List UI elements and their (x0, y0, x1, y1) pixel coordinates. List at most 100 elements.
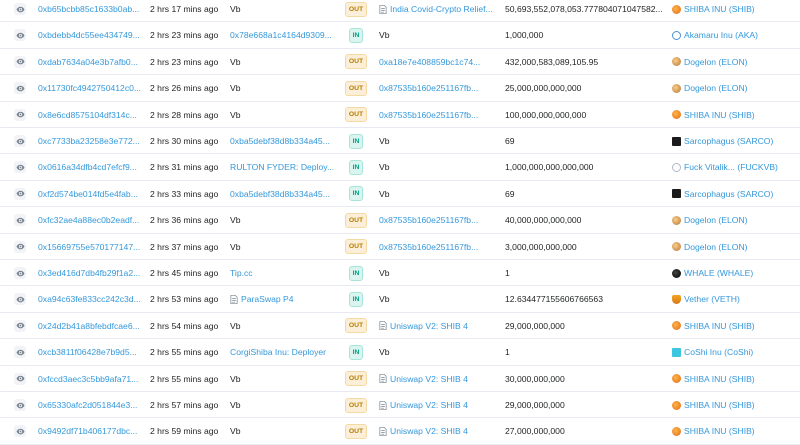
token-link[interactable]: Dogelon (ELON) (672, 49, 800, 75)
token-link[interactable]: WHALE (WHALE) (672, 260, 800, 286)
token-link[interactable]: Vether (VETH) (672, 286, 800, 312)
token-link[interactable]: SHIBA INU (SHIB) (672, 418, 800, 444)
from-address[interactable]: 0xba5debf38d8b334a45... (230, 128, 338, 154)
token-link[interactable]: Sarcophagus (SARCO) (672, 181, 800, 207)
preview-eye-button[interactable] (12, 392, 28, 418)
token-link[interactable]: CoShi Inu (CoShi) (672, 339, 800, 365)
txn-hash-link[interactable]: 0x65330afc2d051844e3... (38, 392, 142, 418)
to-address[interactable]: India Covid-Crypto Relief... (379, 0, 497, 22)
sarco-icon (672, 189, 681, 199)
preview-eye-button[interactable] (12, 75, 28, 101)
out-badge: OUT (345, 54, 367, 70)
table-row: 0xc7733ba23258e3e772... 2 hrs 30 mins ago… (0, 128, 800, 155)
to-address[interactable]: 0x87535b160e251167fb... (379, 102, 497, 128)
preview-eye-button[interactable] (12, 339, 28, 365)
txn-hash-link[interactable]: 0x24d2b41a8bfebdfcae6... (38, 313, 142, 339)
txn-age: 2 hrs 37 mins ago (150, 241, 219, 252)
token-link[interactable]: Sarcophagus (SARCO) (672, 128, 800, 154)
eye-icon (14, 372, 26, 385)
from-address-text: RULTON FYDER: Deploy... (230, 162, 335, 173)
token-name: SHIBA INU (SHIB) (684, 400, 755, 410)
preview-eye-button[interactable] (12, 181, 28, 207)
txn-age: 2 hrs 28 mins ago (150, 109, 219, 120)
to-address: Vb (379, 128, 497, 154)
txn-hash-link[interactable]: 0xc7733ba23258e3e772... (38, 128, 142, 154)
preview-eye-button[interactable] (12, 0, 28, 22)
token-link[interactable]: Akamaru Inu (AKA) (672, 22, 800, 48)
txn-hash-link[interactable]: 0xf2d574be014fd5e4fab... (38, 181, 142, 207)
dogelon-icon (672, 57, 681, 67)
txn-hash-link[interactable]: 0x9492df71b406177dbc... (38, 418, 142, 444)
to-address: Vb (379, 260, 497, 286)
direction-cell: OUT (345, 102, 367, 128)
from-address[interactable]: Tip.cc (230, 260, 338, 286)
from-address[interactable]: RULTON FYDER: Deploy... (230, 154, 338, 180)
to-address[interactable]: Uniswap V2: SHIB 4 (379, 366, 497, 392)
table-row: 0xf2d574be014fd5e4fab... 2 hrs 33 mins ag… (0, 181, 800, 208)
to-address[interactable]: 0xa18e7e408859bc1c74... (379, 49, 497, 75)
to-address[interactable]: 0x87535b160e251167fb... (379, 75, 497, 101)
token-link[interactable]: SHIBA INU (SHIB) (672, 102, 800, 128)
preview-eye-button[interactable] (12, 234, 28, 260)
txn-age: 2 hrs 45 mins ago (150, 268, 219, 278)
txn-hash-link[interactable]: 0xb65bcbb85c1633b0ab... (38, 0, 142, 22)
txn-hash-link[interactable]: 0xdab7634a04e3b7afb0... (38, 49, 142, 75)
direction-cell: OUT (345, 313, 367, 339)
preview-eye-button[interactable] (12, 286, 28, 312)
out-badge: OUT (345, 397, 367, 413)
token-link[interactable]: Fuck Vitalik... (FUCKVB) (672, 154, 800, 180)
in-badge: IN (348, 265, 364, 281)
token-link[interactable]: SHIBA INU (SHIB) (672, 0, 800, 22)
to-address[interactable]: 0x87535b160e251167fb... (379, 207, 497, 233)
preview-eye-button[interactable] (12, 128, 28, 154)
txn-hash-link[interactable]: 0xcb3811f06428e7b9d5... (38, 339, 142, 365)
from-address[interactable]: 0x78e668a1c4164d9309... (230, 22, 338, 48)
from-address[interactable]: ParaSwap P4 (230, 286, 338, 312)
txn-hash-link[interactable]: 0x0616a34dfb4cd7efcf9... (38, 154, 142, 180)
preview-eye-button[interactable] (12, 22, 28, 48)
to-address[interactable]: 0x87535b160e251167fb... (379, 234, 497, 260)
txn-hash-link[interactable]: 0x11730fc4942750412c0... (38, 75, 142, 101)
token-link[interactable]: SHIBA INU (SHIB) (672, 392, 800, 418)
preview-eye-button[interactable] (12, 102, 28, 128)
out-badge: OUT (345, 318, 367, 334)
to-address[interactable]: Uniswap V2: SHIB 4 (379, 418, 497, 444)
from-address[interactable]: 0xba5debf38d8b334a45... (230, 181, 338, 207)
table-row: 0x24d2b41a8bfebdfcae6... 2 hrs 54 mins ag… (0, 313, 800, 340)
token-link[interactable]: SHIBA INU (SHIB) (672, 313, 800, 339)
preview-eye-button[interactable] (12, 313, 28, 339)
txn-hash-link[interactable]: 0xfccd3aec3c5bb9afa71... (38, 366, 142, 392)
txn-hash-link[interactable]: 0x15669755e570177147... (38, 234, 142, 260)
direction-cell: OUT (345, 75, 367, 101)
preview-eye-button[interactable] (12, 418, 28, 444)
txn-hash-link[interactable]: 0x3ed416d7db4fb29f1a2... (38, 260, 142, 286)
preview-eye-button[interactable] (12, 366, 28, 392)
table-row: 0x0616a34dfb4cd7efcf9... 2 hrs 31 mins ag… (0, 154, 800, 181)
token-link[interactable]: SHIBA INU (SHIB) (672, 366, 800, 392)
from-address-text: Vb (230, 109, 241, 120)
table-row: 0x15669755e570177147... 2 hrs 37 mins ago… (0, 234, 800, 260)
fuckvb-icon (672, 162, 681, 172)
from-address: Vb (230, 102, 338, 128)
from-address[interactable]: CorgiShiba Inu: Deployer (230, 339, 338, 365)
to-address[interactable]: Uniswap V2: SHIB 4 (379, 313, 497, 339)
txn-hash-link[interactable]: 0x8e6cd8575104df314c... (38, 102, 142, 128)
token-link[interactable]: Dogelon (ELON) (672, 234, 800, 260)
quantity: 27,000,000,000 (505, 426, 565, 437)
txn-hash-link[interactable]: 0xbdebb4dc55ee434749... (38, 22, 142, 48)
preview-eye-button[interactable] (12, 207, 28, 233)
txn-hash-link[interactable]: 0xfc32ae4a88ec0b2eadf... (38, 207, 142, 233)
token-link[interactable]: Dogelon (ELON) (672, 75, 800, 101)
token-link[interactable]: Dogelon (ELON) (672, 207, 800, 233)
to-address[interactable]: Uniswap V2: SHIB 4 (379, 392, 497, 418)
dogelon-icon (672, 215, 681, 225)
txn-hash-link[interactable]: 0xa94c63fe833cc242c3d... (38, 286, 142, 312)
preview-eye-button[interactable] (12, 154, 28, 180)
token-name: Dogelon (ELON) (684, 56, 748, 67)
preview-eye-button[interactable] (12, 49, 28, 75)
preview-eye-button[interactable] (12, 260, 28, 286)
contract-icon (379, 4, 387, 14)
to-address-text: Uniswap V2: SHIB 4 (390, 426, 468, 437)
token-name: Dogelon (ELON) (684, 83, 748, 94)
quantity: 30,000,000,000 (505, 373, 565, 384)
